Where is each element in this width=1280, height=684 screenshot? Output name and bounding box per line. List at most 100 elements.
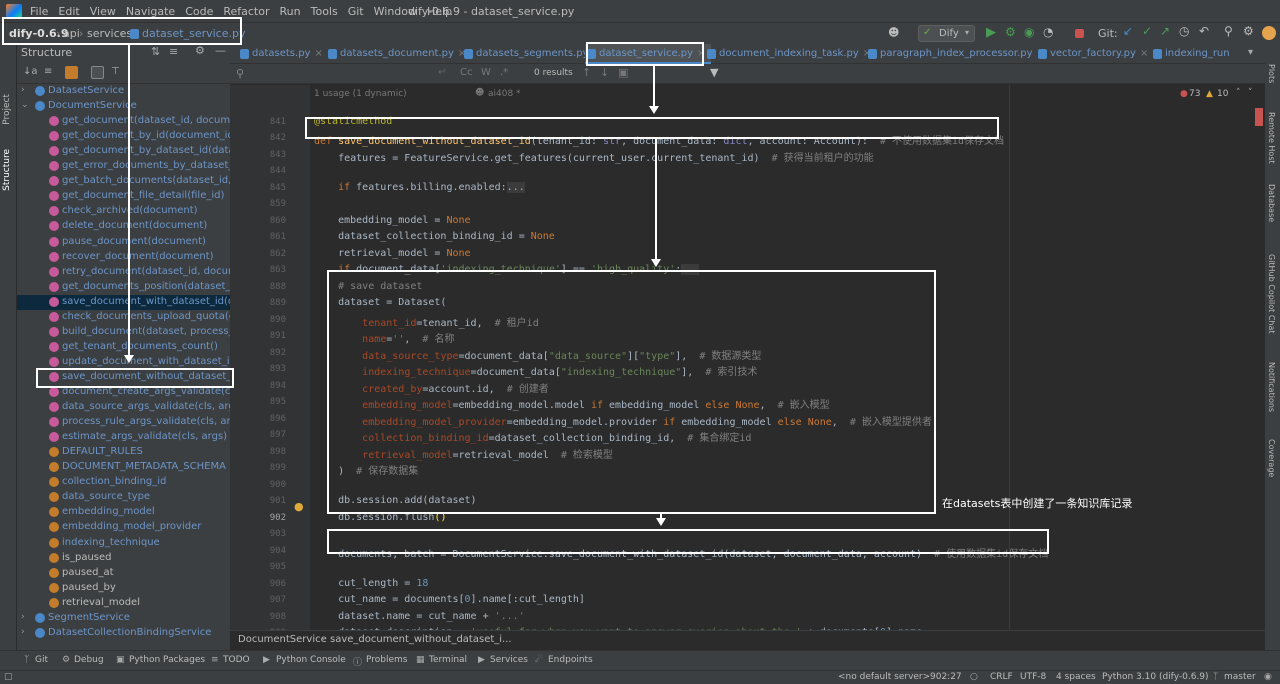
structure-item[interactable]: get_document_file_detail(file_id) (17, 189, 230, 204)
structure-item[interactable]: check_documents_upload_quota(count (17, 310, 230, 325)
filter-icon[interactable]: ▼ (710, 66, 718, 79)
history-icon[interactable]: ◷ (1179, 24, 1194, 39)
editor-tab[interactable]: vector_factory.py × (1036, 44, 1154, 64)
structure-item[interactable]: pause_document(document) (17, 235, 230, 250)
structure-item[interactable]: check_archived(document) (17, 204, 230, 219)
structure-item[interactable]: get_document_by_dataset_id(dataset_i (17, 144, 230, 159)
structure-item[interactable]: DEFAULT_RULES (17, 445, 230, 460)
lightbulb-icon[interactable]: ● (294, 500, 304, 513)
structure-item[interactable]: delete_document(document) (17, 219, 230, 234)
lock-status-icon[interactable]: ◉ (1264, 672, 1272, 682)
plots-tool-tab[interactable]: Plots (1267, 64, 1276, 83)
match-case-icon[interactable]: Cc (460, 67, 472, 78)
errors-count[interactable]: 73 (1189, 89, 1200, 99)
status-caret-position[interactable]: 902:27 (930, 672, 962, 682)
new-line-icon[interactable]: ↵ (438, 67, 446, 78)
structure-tool-tab[interactable]: Structure (2, 149, 12, 191)
editor-tab[interactable]: dataset_service.py × (585, 44, 712, 64)
structure-item[interactable]: › DatasetCollectionBindingService (17, 626, 230, 641)
tool-terminal[interactable]: Terminal (429, 655, 467, 665)
structure-item[interactable]: get_error_documents_by_dataset_id(da (17, 159, 230, 174)
structure-item[interactable]: retry_document(dataset_id, documents (17, 265, 230, 280)
breadcrumb-class[interactable]: DocumentService (238, 634, 327, 645)
structure-item[interactable]: DOCUMENT_METADATA_SCHEMA (17, 460, 230, 475)
chevron-right-icon[interactable]: › (21, 627, 25, 637)
structure-item[interactable]: embedding_model (17, 505, 230, 520)
status-branch[interactable]: master (1224, 672, 1256, 682)
chevron-down-icon[interactable]: ⌄ (21, 100, 29, 110)
structure-item[interactable]: get_document(dataset_id, document_id (17, 114, 230, 129)
git-push-icon[interactable]: ↗ (1160, 24, 1175, 39)
structure-item[interactable]: ⌄ DocumentService (17, 99, 230, 114)
menu-file[interactable]: File (30, 5, 48, 18)
menu-edit[interactable]: Edit (58, 5, 79, 18)
warnings-count[interactable]: 10 (1217, 89, 1228, 99)
structure-item[interactable]: get_tenant_documents_count() (17, 340, 230, 355)
structure-item[interactable]: get_document_by_id(document_id) (17, 129, 230, 144)
structure-item[interactable]: data_source_type (17, 490, 230, 505)
expand-all-icon[interactable]: ⇅ (151, 45, 160, 58)
structure-item[interactable]: build_document(dataset, process_rule_ (17, 325, 230, 340)
tool-services[interactable]: Services (490, 655, 528, 665)
status-server[interactable]: <no default server> (838, 672, 930, 682)
project-tool-tab[interactable]: Project (2, 94, 12, 125)
breadcrumb-function[interactable]: save_document_without_dataset_i... (330, 634, 512, 645)
chevron-up-icon[interactable]: ˄ (1236, 88, 1241, 98)
chevron-right-icon[interactable]: › (21, 85, 25, 95)
gear-icon[interactable]: ⚙ (195, 44, 205, 57)
editor-tab[interactable]: document_indexing_task.py × (705, 44, 877, 64)
menu-tools[interactable]: Tools (311, 5, 338, 18)
tool-debug[interactable]: Debug (74, 655, 104, 665)
nav-folder-api[interactable]: api (63, 27, 80, 40)
structure-item[interactable]: save_document_without_dataset_id(ter (17, 370, 230, 385)
structure-item[interactable]: estimate_args_validate(cls, args) (17, 430, 230, 445)
structure-item[interactable]: get_batch_documents(dataset_id, batc (17, 174, 230, 189)
structure-item[interactable]: paused_by (17, 581, 230, 596)
close-icon[interactable]: × (1140, 48, 1148, 59)
search-icon[interactable]: ⚲ (1224, 24, 1239, 39)
tool-problems[interactable]: Problems (366, 655, 407, 665)
structure-item[interactable]: data_source_args_validate(cls, args) (17, 400, 230, 415)
copilot-chat-tool-tab[interactable]: GitHub Copilot Chat (1267, 254, 1276, 334)
editor-tab[interactable]: paragraph_index_processor.py× (866, 44, 1051, 64)
structure-item[interactable]: › SegmentService (17, 611, 230, 626)
tool-python-console[interactable]: Python Console (276, 655, 346, 665)
coverage-tool-tab[interactable]: Coverage (1267, 439, 1276, 477)
regex-icon[interactable]: .* (500, 67, 508, 78)
structure-item[interactable]: embedding_model_provider (17, 520, 230, 535)
git-commit-icon[interactable]: ✓ (1142, 24, 1157, 39)
structure-item[interactable]: recover_document(document) (17, 250, 230, 265)
menu-git[interactable]: Git (348, 5, 364, 18)
profile-icon[interactable]: ◔ (1043, 25, 1058, 40)
status-encoding[interactable]: UTF-8 (1020, 672, 1046, 682)
menu-navigate[interactable]: Navigate (126, 5, 175, 18)
editor-tab[interactable]: datasets_document.py × (326, 44, 472, 64)
menu-refactor[interactable]: Refactor (223, 5, 269, 18)
layout-icon[interactable]: ▢ (4, 672, 13, 682)
sort-visibility-icon[interactable]: ≡ (44, 66, 57, 79)
sort-alpha-icon[interactable]: ↓a (23, 66, 38, 79)
coverage-icon[interactable]: ◉ (1024, 25, 1039, 40)
structure-item[interactable]: is_paused (17, 551, 230, 566)
status-indent[interactable]: 4 spaces (1056, 672, 1096, 682)
show-inherited-icon[interactable] (91, 66, 104, 79)
nav-folder-services[interactable]: services (87, 27, 132, 40)
chevron-right-icon[interactable]: › (21, 612, 25, 622)
notifications-tool-tab[interactable]: Notifications (1267, 362, 1276, 412)
hide-icon[interactable]: — (215, 44, 226, 57)
tool-git[interactable]: Git (35, 655, 48, 665)
structure-item[interactable]: save_document_with_dataset_id(datase (17, 294, 230, 310)
status-interpreter[interactable]: Python 3.10 (dify-0.6.9) (1102, 672, 1209, 682)
find-input[interactable] (250, 66, 445, 82)
run-config-select[interactable]: ✓ Dify ▾ (918, 25, 975, 42)
editor-tab[interactable]: indexing_run (1151, 44, 1236, 64)
database-tool-tab[interactable]: Database (1267, 184, 1276, 222)
user-icon[interactable]: ☻ (888, 26, 903, 41)
structure-item[interactable]: paused_at (17, 566, 230, 581)
words-icon[interactable]: W (481, 67, 491, 78)
menu-view[interactable]: View (90, 5, 116, 18)
menu-run[interactable]: Run (280, 5, 301, 18)
usage-hint[interactable]: 1 usage (1 dynamic) (314, 89, 407, 99)
structure-item[interactable]: retrieval_model (17, 596, 230, 611)
remote-host-tool-tab[interactable]: Remote Host (1267, 112, 1276, 164)
